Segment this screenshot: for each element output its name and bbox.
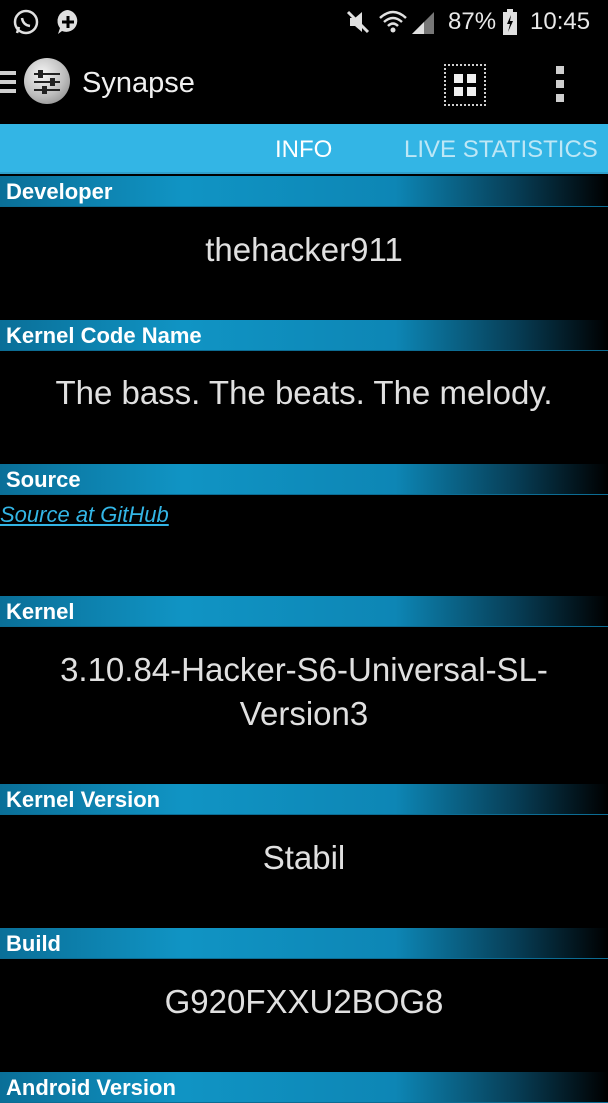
section-header-kernel-version: Kernel Version xyxy=(0,784,608,815)
section-title: Kernel Code Name xyxy=(6,323,202,348)
tab-bar: INFO LIVE STATISTICS xyxy=(0,124,608,174)
section-header-kernel: Kernel xyxy=(0,596,608,627)
wifi-icon xyxy=(379,10,407,33)
section-title: Kernel Version xyxy=(6,787,161,812)
source-github-link[interactable]: Source at GitHub xyxy=(0,502,169,528)
chat-plus-icon xyxy=(57,10,78,34)
kernel-value-line1: 3.10.84-Hacker-S6-Universal-SL- xyxy=(60,651,548,688)
mute-icon xyxy=(346,10,370,34)
status-bar: 87% 10:45 xyxy=(0,0,608,44)
section-title: Android Version xyxy=(6,1075,176,1100)
action-bar: Synapse xyxy=(0,44,608,124)
developer-value: thehacker911 xyxy=(205,231,403,268)
tab-live-statistics[interactable]: LIVE STATISTICS xyxy=(404,136,598,164)
section-header-developer: Developer xyxy=(0,176,608,207)
kernel-code-name-value: The bass. The beats. The melody. xyxy=(55,374,553,411)
section-header-kernel-code-name: Kernel Code Name xyxy=(0,320,608,351)
kernel-version-value: Stabil xyxy=(262,839,346,876)
menu-icon[interactable] xyxy=(0,71,16,93)
battery-percent: 87% xyxy=(448,8,497,35)
section-title: Kernel xyxy=(6,599,75,624)
grid-icon[interactable] xyxy=(444,64,486,106)
signal-icon xyxy=(412,12,434,34)
battery-icon xyxy=(503,9,517,35)
section-title: Build xyxy=(6,931,61,956)
section-title: Developer xyxy=(6,179,113,204)
section-title: Source xyxy=(6,467,81,492)
section-header-build: Build xyxy=(0,928,608,959)
app-title: Synapse xyxy=(82,67,195,99)
whatsapp-icon xyxy=(13,9,39,35)
tab-info[interactable]: INFO xyxy=(275,136,332,164)
kernel-value-line2: Version3 xyxy=(239,695,369,732)
overflow-menu-icon[interactable] xyxy=(550,66,570,106)
build-value: G920FXXU2BOG8 xyxy=(164,983,444,1020)
section-header-android-version: Android Version xyxy=(0,1072,608,1103)
tab-indicator xyxy=(0,172,608,174)
app-logo-icon[interactable] xyxy=(24,58,70,104)
clock: 10:45 xyxy=(530,8,591,35)
section-header-source: Source xyxy=(0,464,608,495)
